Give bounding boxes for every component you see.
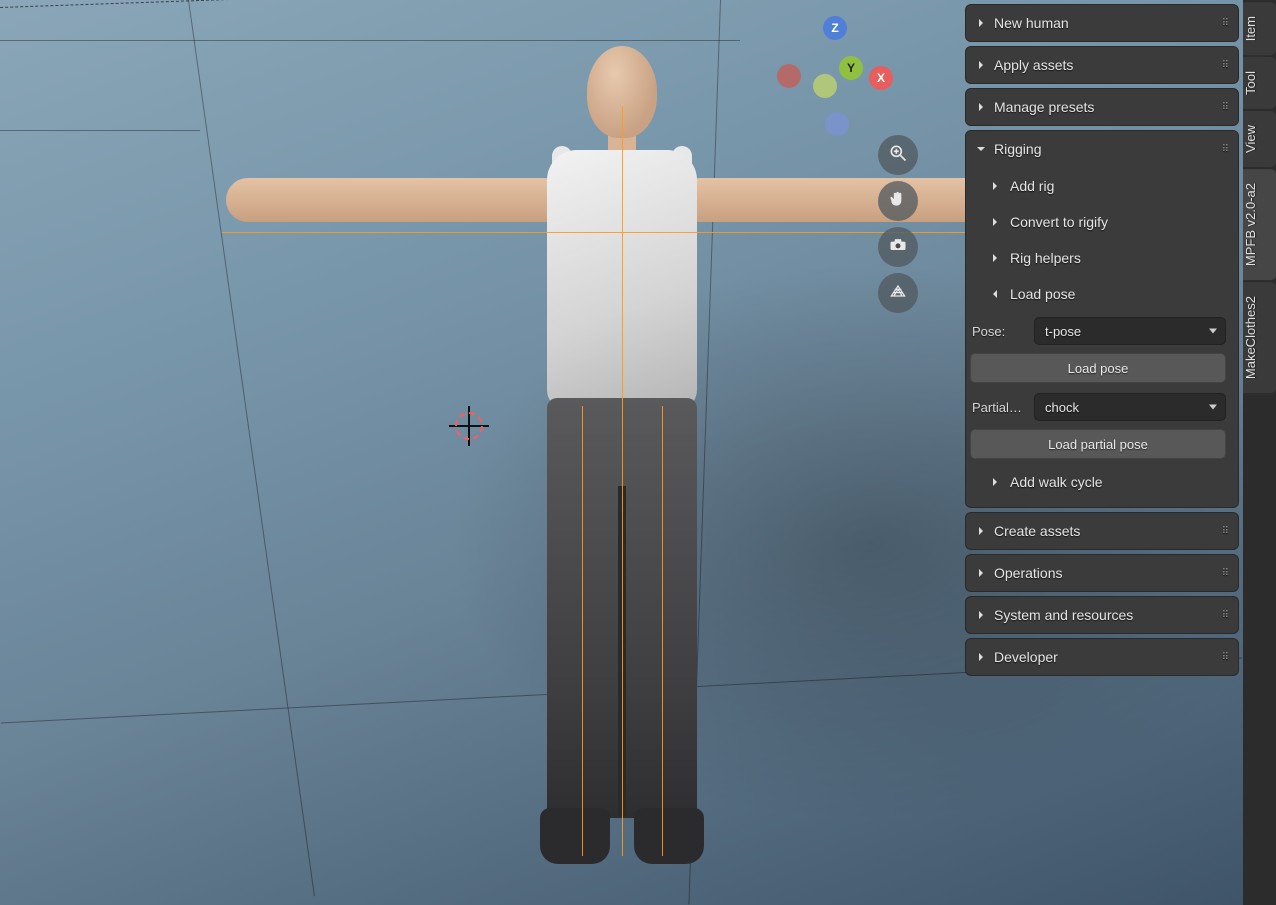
tab-item[interactable]: Item [1243, 2, 1276, 55]
panel-header-new-human[interactable]: New human ⠿ [966, 5, 1238, 41]
subpanel-label: Rig helpers [1010, 250, 1081, 266]
subpanel-load-pose[interactable]: Load pose [980, 277, 1232, 311]
zoom-icon [888, 143, 908, 168]
subpanel-convert-rigify[interactable]: Convert to rigify [980, 205, 1232, 239]
chevron-down-icon [990, 286, 1004, 302]
tab-tool[interactable]: Tool [1243, 57, 1276, 109]
drag-grip-icon[interactable]: ⠿ [1222, 568, 1230, 579]
panel-operations: Operations ⠿ [965, 554, 1239, 592]
grid-line [0, 40, 740, 41]
gizmo-axis-y[interactable]: Y [839, 56, 863, 80]
panel-header-rigging[interactable]: Rigging ⠿ [966, 131, 1238, 167]
panel-header-create-assets[interactable]: Create assets ⠿ [966, 513, 1238, 549]
gizmo-axis-neg-x[interactable] [777, 64, 801, 88]
camera-view-button[interactable] [878, 227, 918, 267]
gizmo-axis-neg-z[interactable] [825, 112, 849, 136]
gizmo-axis-z[interactable]: Z [823, 16, 847, 40]
panel-developer: Developer ⠿ [965, 638, 1239, 676]
panel-create-assets: Create assets ⠿ [965, 512, 1239, 550]
panel-title: New human [994, 15, 1069, 31]
subpanel-add-walk-cycle[interactable]: Add walk cycle [980, 465, 1232, 499]
load-pose-button[interactable]: Load pose [970, 353, 1226, 383]
chevron-right-icon [974, 652, 988, 662]
partial-pose-select-value: chock [1045, 400, 1079, 415]
drag-grip-icon[interactable]: ⠿ [1222, 610, 1230, 621]
camera-icon [888, 235, 908, 260]
grid-line [688, 0, 721, 904]
panel-apply-assets: Apply assets ⠿ [965, 46, 1239, 84]
subpanel-label: Load pose [1010, 286, 1075, 302]
panel-new-human: New human ⠿ [965, 4, 1239, 42]
panel-manage-presets: Manage presets ⠿ [965, 88, 1239, 126]
tab-makeclothes[interactable]: MakeClothes2 [1243, 282, 1276, 393]
gizmo-axis-neg-y[interactable] [813, 74, 837, 98]
chevron-right-icon [974, 60, 988, 70]
gizmo-axis-x[interactable]: X [869, 66, 893, 90]
vertical-tab-rail: Item Tool View MPFB v2.0-a2 MakeClothes2 [1243, 0, 1276, 905]
panel-header-apply-assets[interactable]: Apply assets ⠿ [966, 47, 1238, 83]
drag-grip-icon[interactable]: ⠿ [1222, 652, 1230, 663]
panel-title: Developer [994, 649, 1058, 665]
chevron-right-icon [974, 610, 988, 620]
pose-select-value: t-pose [1045, 324, 1081, 339]
chevron-right-icon [974, 102, 988, 112]
panel-title: Operations [994, 565, 1062, 581]
pan-button[interactable] [878, 181, 918, 221]
chevron-right-icon [974, 526, 988, 536]
drag-grip-icon[interactable]: ⠿ [1222, 526, 1230, 537]
panel-system-resources: System and resources ⠿ [965, 596, 1239, 634]
chevron-right-icon [990, 474, 1004, 490]
subpanel-add-rig[interactable]: Add rig [980, 169, 1232, 203]
subpanel-rig-helpers[interactable]: Rig helpers [980, 241, 1232, 275]
pose-select[interactable]: t-pose [1034, 317, 1226, 345]
n-panel: New human ⠿ Apply assets ⠿ Manage preset… [961, 0, 1243, 905]
subpanel-label: Add rig [1010, 178, 1054, 194]
pose-label: Pose: [972, 324, 1028, 339]
grid-line-dashed [0, 0, 400, 8]
chevron-right-icon [990, 178, 1004, 194]
panel-header-manage-presets[interactable]: Manage presets ⠿ [966, 89, 1238, 125]
chevron-right-icon [990, 214, 1004, 230]
grid-icon [888, 281, 908, 306]
panel-header-operations[interactable]: Operations ⠿ [966, 555, 1238, 591]
orientation-gizmo[interactable]: Z Y X [773, 10, 893, 130]
panel-title: Rigging [994, 141, 1041, 157]
panel-header-developer[interactable]: Developer ⠿ [966, 639, 1238, 675]
grid-line [0, 130, 200, 131]
drag-grip-icon[interactable]: ⠿ [1222, 18, 1230, 29]
panel-title: Create assets [994, 523, 1080, 539]
chevron-right-icon [990, 250, 1004, 266]
chevron-right-icon [974, 568, 988, 578]
panel-title: System and resources [994, 607, 1133, 623]
subpanel-label: Convert to rigify [1010, 214, 1108, 230]
drag-grip-icon[interactable]: ⠿ [1222, 102, 1230, 113]
tab-view[interactable]: View [1243, 111, 1276, 167]
subpanel-label: Add walk cycle [1010, 474, 1103, 490]
panel-header-system-resources[interactable]: System and resources ⠿ [966, 597, 1238, 633]
chevron-right-icon [974, 18, 988, 28]
drag-grip-icon[interactable]: ⠿ [1222, 144, 1230, 155]
panel-title: Manage presets [994, 99, 1094, 115]
panel-title: Apply assets [994, 57, 1073, 73]
load-partial-pose-button[interactable]: Load partial pose [970, 429, 1226, 459]
viewport-tool-column [878, 135, 918, 313]
hand-icon [888, 189, 908, 214]
chevron-down-icon [974, 144, 988, 154]
partial-pose-select[interactable]: chock [1034, 393, 1226, 421]
drag-grip-icon[interactable]: ⠿ [1222, 60, 1230, 71]
grid-line [188, 0, 315, 896]
panel-rigging: Rigging ⠿ Add rig Convert to rigify Rig … [965, 130, 1239, 508]
cursor-3d-icon [455, 412, 483, 440]
perspective-toggle-button[interactable] [878, 273, 918, 313]
tab-mpfb[interactable]: MPFB v2.0-a2 [1243, 169, 1276, 280]
partial-label: Partial… [972, 400, 1028, 415]
zoom-button[interactable] [878, 135, 918, 175]
